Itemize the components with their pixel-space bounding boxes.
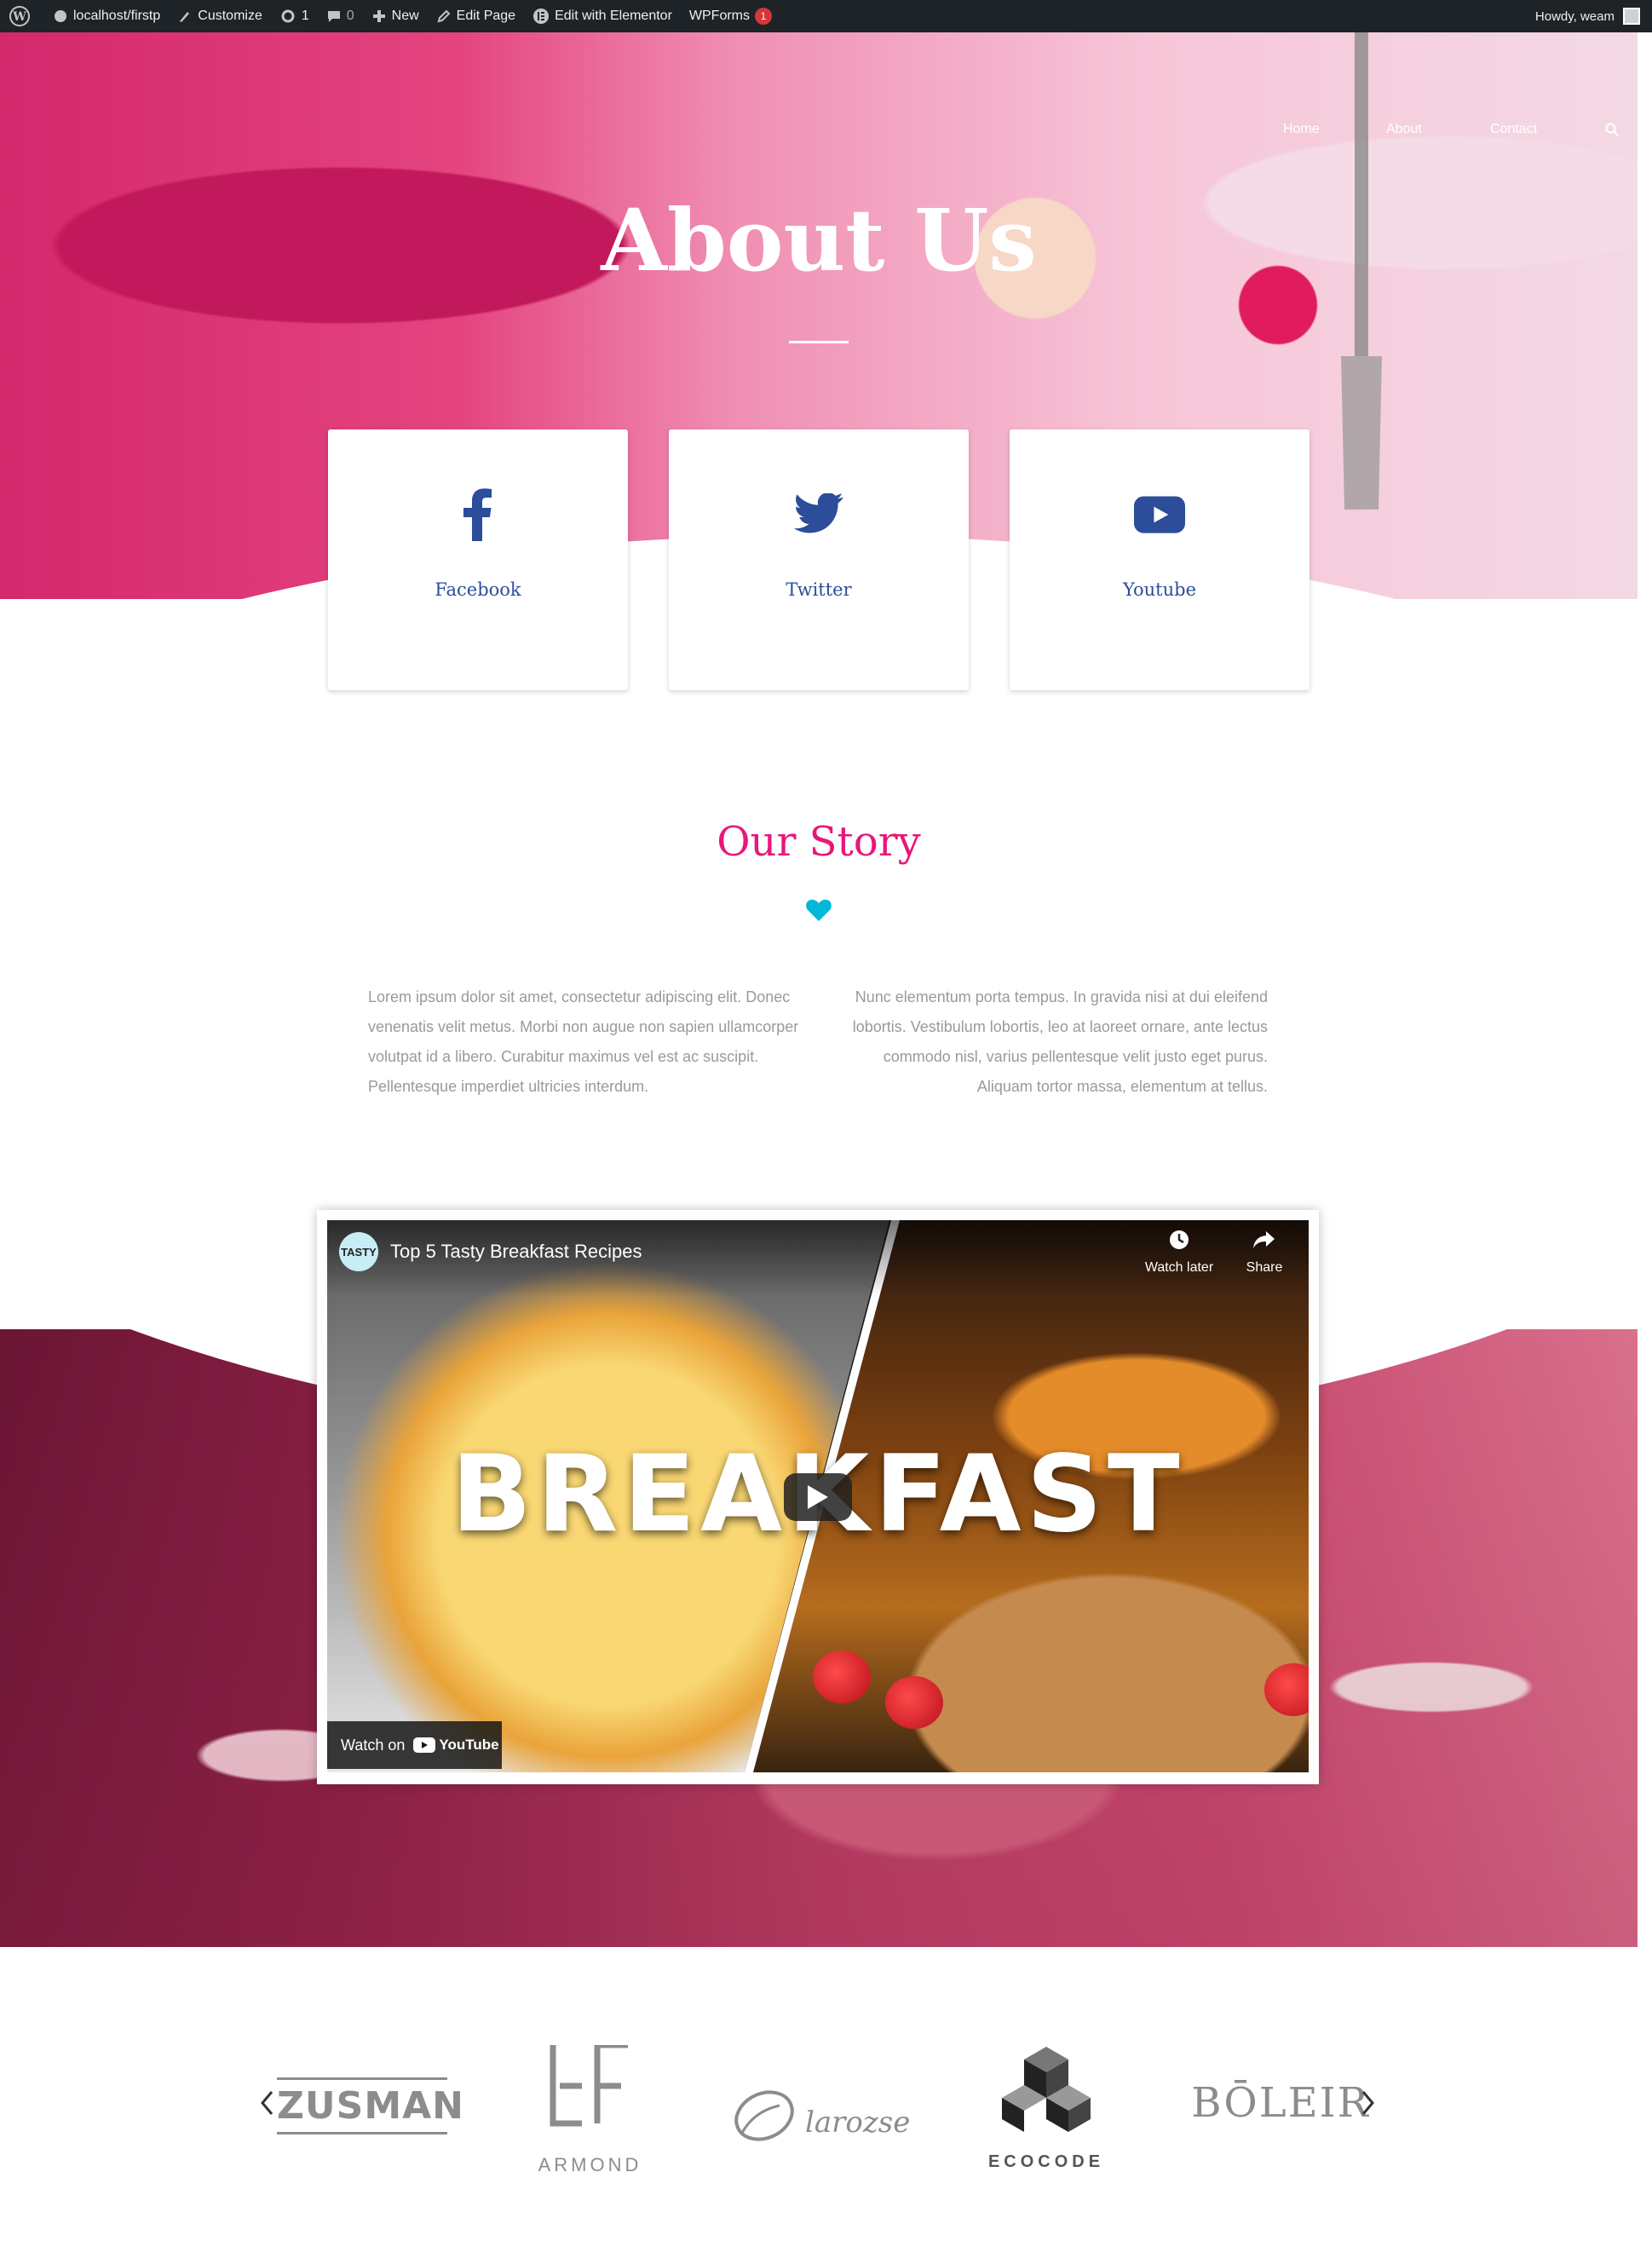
updates-icon (281, 9, 295, 23)
strawberry-image (813, 1650, 871, 1703)
watch-later-label: Watch later (1144, 1260, 1214, 1275)
larozse-mark-icon (734, 2090, 794, 2141)
site-name-link[interactable]: localhost/firstp (44, 0, 169, 32)
video-title[interactable]: Top 5 Tasty Breakfast Recipes (390, 1241, 642, 1263)
logo-armond: ARMOND (528, 2045, 652, 2175)
customize-label: Customize (198, 9, 262, 23)
logo-ecocode-text: ECOCODE (987, 2152, 1105, 2171)
youtube-play-icon (413, 1737, 436, 1753)
logo-armond-text: ARMOND (538, 2154, 642, 2175)
heart-icon (806, 899, 832, 926)
dashboard-icon (55, 10, 66, 22)
updates-count: 1 (301, 9, 309, 23)
site-name-label: localhost/firstp (73, 9, 161, 23)
comment-icon (327, 11, 340, 22)
social-card-twitter[interactable]: Twitter (669, 429, 969, 690)
carousel-next-arrow[interactable] (1361, 2083, 1375, 2124)
elementor-icon (533, 9, 550, 24)
section-title: Our Story (717, 818, 921, 866)
logo-boleir-text: BŌLEIR (1191, 2079, 1370, 2127)
twitter-label: Twitter (786, 579, 852, 600)
customize-link[interactable]: Customize (169, 0, 271, 32)
new-label: New (391, 9, 419, 23)
share-label: Share (1246, 1260, 1283, 1275)
watch-on-label: Watch on (341, 1736, 406, 1754)
logo-larozse: larozse (730, 2083, 911, 2152)
avatar (1623, 8, 1640, 25)
page-title: About Us (601, 190, 1037, 291)
youtube-logo-text: YouTube (439, 1737, 499, 1753)
main-nav: Home About Contact (0, 122, 1638, 139)
logo-larozse-text: larozse (805, 2106, 911, 2140)
edit-page-label: Edit Page (456, 9, 516, 23)
wpforms-label: WPForms (688, 9, 751, 23)
updates-link[interactable]: 1 (271, 0, 318, 32)
ecocode-cube-icon (1002, 2047, 1091, 2132)
youtube-player[interactable]: TASTY Top 5 Tasty Breakfast Recipes Watc… (327, 1220, 1309, 1772)
watch-later-button[interactable]: Watch later (1137, 1229, 1222, 1276)
watch-on-youtube-button[interactable]: Watch on YouTube (327, 1721, 502, 1769)
carousel-prev-arrow[interactable] (260, 2083, 273, 2124)
my-account-link[interactable]: Howdy, weam (1535, 0, 1640, 32)
wordpress-logo-icon[interactable]: W (0, 0, 44, 32)
youtube-icon (1134, 489, 1185, 540)
facebook-icon (452, 488, 504, 541)
comments-count: 0 (346, 9, 354, 23)
admin-bar: W localhost/firstp Customize 1 0 New Edi… (0, 0, 1652, 32)
plus-icon (372, 10, 385, 22)
youtube-logo: YouTube (413, 1737, 499, 1754)
twitter-icon (793, 489, 844, 540)
edit-elementor-label: Edit with Elementor (555, 9, 672, 23)
wpforms-link[interactable]: WPForms 1 (681, 0, 780, 32)
social-card-youtube[interactable]: Youtube (1010, 429, 1310, 690)
logo-zusman: ZUSMAN (277, 2077, 464, 2137)
strawberry-image (885, 1676, 943, 1729)
clock-icon (1137, 1229, 1222, 1255)
brush-icon (180, 12, 190, 22)
social-card-facebook[interactable]: Facebook (328, 429, 628, 690)
pencil-icon (437, 9, 451, 23)
share-icon (1230, 1229, 1298, 1255)
fork-image (1341, 32, 1382, 510)
armond-mark-icon (550, 2045, 628, 2127)
channel-avatar[interactable]: TASTY (339, 1232, 378, 1271)
new-content-link[interactable]: New (363, 0, 428, 32)
search-icon[interactable] (1604, 122, 1620, 141)
edit-elementor-link[interactable]: Edit with Elementor (524, 0, 681, 32)
video-embed: TASTY Top 5 Tasty Breakfast Recipes Watc… (317, 1210, 1319, 1784)
share-button[interactable]: Share (1230, 1229, 1298, 1276)
story-text-left: Lorem ipsum dolor sit amet, consectetur … (368, 988, 799, 1095)
wpforms-badge: 1 (755, 8, 773, 25)
nav-item-about[interactable]: About (1386, 122, 1422, 137)
logo-boleir: BŌLEIR (1191, 2079, 1370, 2139)
title-divider (789, 341, 849, 343)
edit-page-link[interactable]: Edit Page (428, 0, 524, 32)
nav-item-contact[interactable]: Contact (1490, 122, 1537, 137)
logo-zusman-text: ZUSMAN (277, 2084, 464, 2128)
logo-carousel: ZUSMAN ARMOND larozse ECOCODE BŌLEIR (0, 2028, 1652, 2181)
youtube-label: Youtube (1122, 579, 1197, 600)
play-button[interactable] (784, 1473, 852, 1521)
story-text-right: Nunc elementum porta tempus. In gravida … (852, 988, 1268, 1095)
comments-link[interactable]: 0 (318, 0, 363, 32)
howdy-label: Howdy, weam (1534, 9, 1615, 24)
logo-ecocode: ECOCODE (987, 2045, 1106, 2173)
facebook-label: Facebook (435, 579, 521, 600)
svg-text:W: W (12, 10, 26, 24)
nav-item-home[interactable]: Home (1283, 122, 1320, 137)
play-icon (808, 1485, 828, 1509)
